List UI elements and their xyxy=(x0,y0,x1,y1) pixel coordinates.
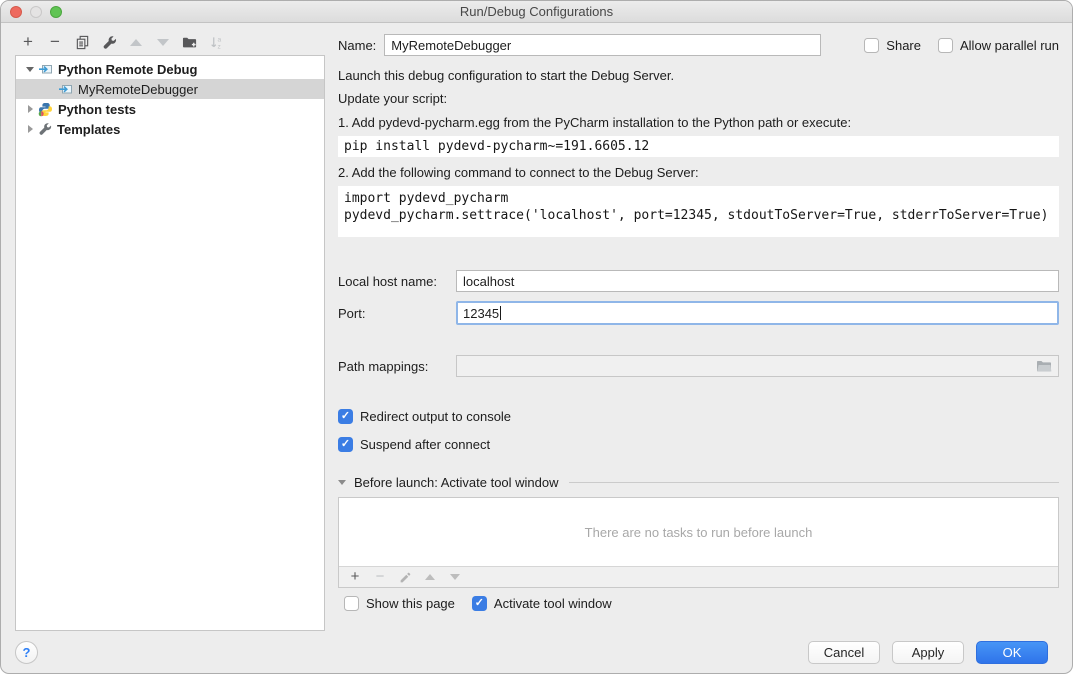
port-label: Port: xyxy=(338,306,456,321)
settrace-code-line-1: import pydevd_pycharm xyxy=(344,190,1053,207)
help-button[interactable]: ? xyxy=(15,641,38,664)
apply-button[interactable]: Apply xyxy=(892,641,964,664)
suspend-after-connect-checkbox[interactable]: ✓ xyxy=(338,437,353,452)
traffic-lights xyxy=(10,6,62,18)
pip-install-code: pip install pydevd-pycharm~=191.6605.12 xyxy=(338,136,1059,157)
tree-item-myremotedebugger[interactable]: MyRemoteDebugger xyxy=(16,79,324,99)
svg-text:a: a xyxy=(217,36,221,43)
tasks-empty-message: There are no tasks to run before launch xyxy=(339,498,1058,566)
close-window-button[interactable] xyxy=(10,6,22,18)
port-input[interactable]: 12345 xyxy=(456,301,1059,325)
titlebar: Run/Debug Configurations xyxy=(1,1,1072,23)
path-mappings-input[interactable] xyxy=(456,355,1059,377)
configurations-toolbar: + − az xyxy=(20,32,225,52)
minimize-window-button[interactable] xyxy=(30,6,42,18)
svg-text:z: z xyxy=(217,43,220,49)
local-host-row: Local host name: localhost xyxy=(338,270,1059,292)
ok-button[interactable]: OK xyxy=(976,641,1048,664)
local-host-input[interactable]: localhost xyxy=(456,270,1059,292)
configurations-tree: Python Remote Debug MyRemoteDebugger Pyt… xyxy=(15,55,325,631)
step-2-text: 2. Add the following command to connect … xyxy=(338,165,1059,181)
wrench-icon xyxy=(38,122,52,136)
text-caret xyxy=(500,306,501,320)
share-options: Share Allow parallel run xyxy=(864,38,1059,53)
suspend-after-connect-row: ✓ Suspend after connect xyxy=(338,437,1059,452)
collapse-arrow-icon[interactable] xyxy=(24,67,36,72)
dialog-buttons: Cancel Apply OK xyxy=(808,641,1048,664)
step-1-text: 1. Add pydevd-pycharm.egg from the PyCha… xyxy=(338,115,1059,131)
name-label: Name: xyxy=(338,38,376,53)
show-this-page-checkbox[interactable] xyxy=(344,596,359,611)
copy-icon[interactable] xyxy=(74,34,90,50)
share-checkbox[interactable] xyxy=(864,38,879,53)
move-up-icon[interactable] xyxy=(423,570,437,584)
move-down-icon[interactable] xyxy=(155,34,171,50)
show-this-page-label: Show this page xyxy=(366,596,455,611)
sort-alphabetically-icon[interactable]: az xyxy=(209,34,225,50)
edit-pencil-icon[interactable] xyxy=(398,570,412,584)
add-icon[interactable]: + xyxy=(20,34,36,50)
tree-item-label: Templates xyxy=(57,122,120,137)
path-mappings-label: Path mappings: xyxy=(338,359,456,374)
name-row: Name: MyRemoteDebugger Share Allow paral… xyxy=(338,34,1059,56)
before-launch-header[interactable]: Before launch: Activate tool window xyxy=(338,475,1059,490)
window-title: Run/Debug Configurations xyxy=(460,4,613,19)
remote-debug-icon xyxy=(38,62,53,76)
python-tests-icon xyxy=(38,102,53,117)
before-launch-label: Before launch: Activate tool window xyxy=(354,475,559,490)
remove-icon[interactable]: − xyxy=(373,570,387,584)
new-folder-icon[interactable] xyxy=(182,34,198,50)
settrace-code: import pydevd_pycharm pydevd_pycharm.set… xyxy=(338,186,1059,237)
redirect-output-label: Redirect output to console xyxy=(360,409,511,424)
tree-item-python-remote-debug[interactable]: Python Remote Debug xyxy=(16,59,324,79)
expand-arrow-icon[interactable] xyxy=(24,105,36,113)
tree-item-label: MyRemoteDebugger xyxy=(78,82,198,97)
redirect-output-checkbox[interactable]: ✓ xyxy=(338,409,353,424)
move-down-icon[interactable] xyxy=(448,570,462,584)
path-mappings-row: Path mappings: xyxy=(338,355,1059,377)
settrace-code-line-2: pydevd_pycharm.settrace('localhost', por… xyxy=(344,207,1053,224)
tree-item-label: Python tests xyxy=(58,102,136,117)
page-options-row: Show this page ✓ Activate tool window xyxy=(344,596,1059,611)
configuration-editor: Name: MyRemoteDebugger Share Allow paral… xyxy=(338,29,1059,611)
suspend-after-connect-label: Suspend after connect xyxy=(360,437,490,452)
tree-item-python-tests[interactable]: Python tests xyxy=(16,99,324,119)
zoom-window-button[interactable] xyxy=(50,6,62,18)
tasks-toolbar: + − xyxy=(339,566,1058,587)
add-icon[interactable]: + xyxy=(348,570,362,584)
share-label: Share xyxy=(886,38,921,53)
tree-item-label: Python Remote Debug xyxy=(58,62,197,77)
activate-tool-window-label: Activate tool window xyxy=(494,596,612,611)
intro-line-2: Update your script: xyxy=(338,91,1059,107)
remote-debug-icon xyxy=(58,82,73,96)
section-divider xyxy=(569,482,1059,483)
allow-parallel-run-checkbox[interactable] xyxy=(938,38,953,53)
tree-item-templates[interactable]: Templates xyxy=(16,119,324,139)
expand-arrow-icon[interactable] xyxy=(24,125,36,133)
local-host-label: Local host name: xyxy=(338,274,456,289)
activate-tool-window-checkbox[interactable]: ✓ xyxy=(472,596,487,611)
cancel-button[interactable]: Cancel xyxy=(808,641,880,664)
move-up-icon[interactable] xyxy=(128,34,144,50)
browse-folder-icon[interactable] xyxy=(1036,359,1052,373)
port-row: Port: 12345 xyxy=(338,301,1059,325)
run-debug-configurations-dialog: Run/Debug Configurations + − az xyxy=(0,0,1073,674)
remove-icon[interactable]: − xyxy=(47,34,63,50)
allow-parallel-run-label: Allow parallel run xyxy=(960,38,1059,53)
before-launch-tasks-panel: There are no tasks to run before launch … xyxy=(338,497,1059,588)
name-input[interactable]: MyRemoteDebugger xyxy=(384,34,821,56)
redirect-output-row: ✓ Redirect output to console xyxy=(338,409,1059,424)
collapse-arrow-icon[interactable] xyxy=(338,480,346,485)
edit-defaults-wrench-icon[interactable] xyxy=(101,34,117,50)
intro-line-1: Launch this debug configuration to start… xyxy=(338,68,1059,84)
